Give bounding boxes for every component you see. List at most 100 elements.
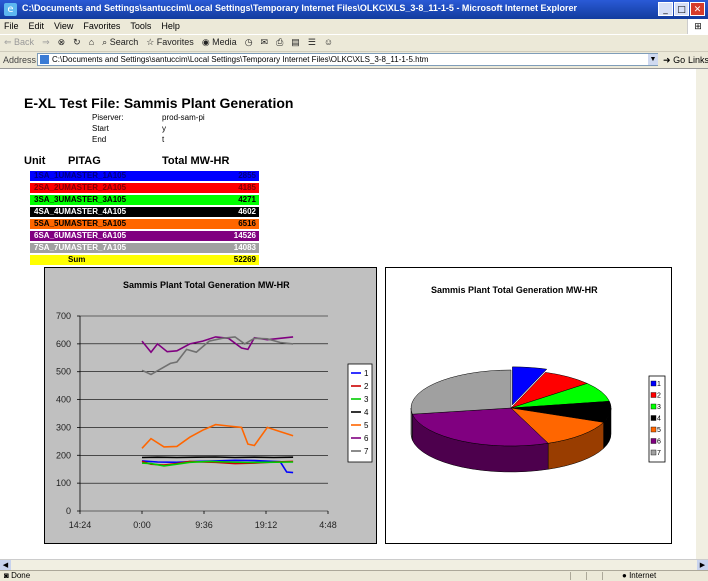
meta-value: y [162,124,166,133]
pie-legend-swatch-5 [650,426,657,433]
legend-label-4: 4 [364,408,369,417]
address-label: Address [3,55,37,65]
mail-button[interactable]: ✉ [257,35,273,50]
security-zone: ● Internet [622,571,656,580]
table-row: 5SA_5UMASTER_5A105 6516 [30,219,259,229]
favorites-label: Favorites [156,37,194,47]
row-pitag: 3SA_3UMASTER_3A105 [34,195,127,204]
meta-value: prod-sam-pi [162,113,205,122]
pie-legend-label-1: 1 [657,381,661,388]
search-button[interactable]: ⌕ Search [98,35,142,50]
menu-bar: File Edit View Favorites Tools Help ⊞ [0,19,708,34]
status-segment [586,572,601,580]
status-text: ◙ Done [4,571,30,580]
forward-button[interactable]: ⇒ [38,35,54,50]
refresh-button[interactable]: ↻ [69,35,85,50]
row-total: 4602 [238,207,256,216]
close-button[interactable]: ✕ [690,2,705,16]
pie-legend-label-5: 5 [657,427,661,434]
horizontal-scrollbar[interactable]: ◀ ▶ [0,559,708,570]
meta-label: Piserver: [92,113,124,122]
menu-view[interactable]: View [50,19,79,31]
toolbar: ⇐ Back ⇒ ⊗ ↻ ⌂ ⌕ Search ☆ Favorites ◉ Media ◷ ✉ ⎙ ▤… [0,34,708,51]
back-button[interactable]: ⇐ Back [0,35,38,50]
menu-tools[interactable]: Tools [126,19,157,31]
address-url: C:\Documents and Settings\santuccim\Loca… [52,55,429,64]
pie-legend-label-7: 7 [657,450,661,457]
y-tick-label: 300 [56,422,71,432]
meta-label: Start [92,124,109,133]
stop-button[interactable]: ⊗ [54,35,70,50]
page-title: E-XL Test File: Sammis Plant Generation [24,95,294,111]
row-pitag: 6SA_6UMASTER_6A105 [34,231,127,240]
legend-label-1: 1 [364,369,369,378]
pie-legend-swatch-4 [650,415,657,421]
y-tick-label: 500 [56,367,71,377]
row-total: 4271 [238,195,256,204]
row-pitag: 7SA_7UMASTER_7A105 [34,243,127,252]
status-segment [570,572,585,580]
pie-chart-svg: 1 2 3 4 5 6 7 [410,366,666,473]
legend-label-3: 3 [364,395,369,404]
maximize-button[interactable]: □ [674,2,689,16]
table-row: 2SA_2UMASTER_2A105 4185 [30,183,259,193]
windows-logo-icon: ⊞ [687,19,708,34]
table-row: 4SA_4UMASTER_4A105 4602 [30,207,259,217]
menu-edit[interactable]: Edit [25,19,51,31]
search-label: Search [109,37,139,47]
home-button[interactable]: ⌂ [85,35,98,50]
menu-help[interactable]: Help [157,19,186,31]
scroll-right-icon[interactable]: ▶ [697,560,708,570]
x-tick-label: 9:36 [195,520,213,530]
legend-label-7: 7 [364,447,369,456]
ie-app-icon[interactable]: e [4,3,17,16]
row-pitag: 1SA_1UMASTER_1A105 [34,171,127,180]
x-tick-label: 19:12 [255,520,278,530]
vertical-scrollbar[interactable] [696,69,708,559]
print-button[interactable]: ⎙ [272,35,287,50]
menu-file[interactable]: File [0,19,25,31]
go-label: Go [673,55,686,65]
row-total: 2855 [238,171,256,180]
column-header-pitag: PITAG [68,155,101,167]
row-pitag: 2SA_2UMASTER_2A105 [34,183,127,192]
address-dropdown-icon[interactable]: ▼ [648,54,658,65]
menu-favorites[interactable]: Favorites [79,19,126,31]
address-input[interactable]: C:\Documents and Settings\santuccim\Loca… [37,53,658,66]
pie-legend-label-3: 3 [657,404,661,411]
sum-row: Sum 52269 [30,255,259,265]
meta-label: End [92,135,107,144]
series-line-7 [141,336,294,376]
globe-icon: ● [622,571,630,580]
row-pitag: 4SA_4UMASTER_4A105 [34,207,127,216]
row-total: 6516 [238,219,256,228]
pie-legend-swatch-1 [650,380,657,387]
row-total: 4185 [238,183,256,192]
table-row: 7SA_7UMASTER_7A105 14083 [30,243,259,253]
y-tick-label: 600 [56,339,71,349]
pie-legend-swatch-3 [650,403,657,410]
media-button[interactable]: ◉ Media [198,35,241,50]
meta-value: t [162,135,165,144]
history-button[interactable]: ◷ [241,35,257,50]
x-tick-label: 0:00 [133,520,151,530]
links-button[interactable]: Links [688,55,708,65]
messenger-button[interactable]: ☺ [320,35,337,50]
media-icon: ◉ [201,37,213,47]
pie-legend-swatch-7 [650,449,657,456]
go-button[interactable]: ➜ Go [663,55,685,66]
sum-value: 52269 [233,255,256,264]
y-tick-label: 400 [56,395,71,405]
minimize-button[interactable]: _ [658,2,673,16]
legend-label-5: 5 [364,421,369,430]
discuss-button[interactable]: ☰ [304,35,320,50]
series-line-4 [141,456,294,459]
row-total: 14083 [233,243,256,252]
scroll-left-icon[interactable]: ◀ [0,560,11,570]
series-line-5 [141,423,294,449]
row-pitag: 5SA_5UMASTER_5A105 [34,219,127,228]
favorites-button[interactable]: ☆ Favorites [142,35,198,50]
edit-button[interactable]: ▤ [287,35,304,50]
page-icon [40,55,49,64]
zone-label: Internet [629,571,657,580]
